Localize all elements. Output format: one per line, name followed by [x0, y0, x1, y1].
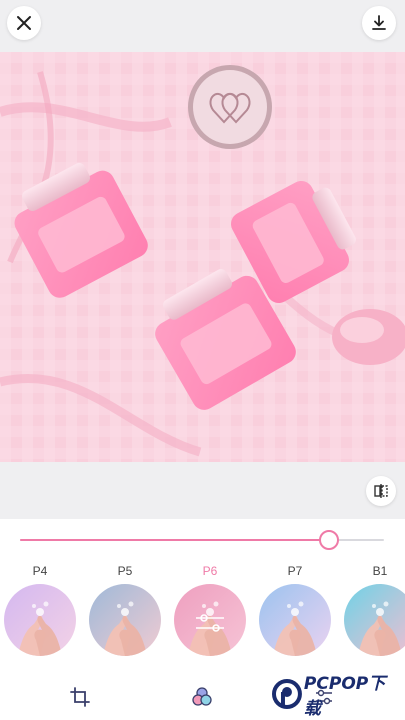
- compare-button[interactable]: [366, 476, 396, 506]
- photo-preview: [0, 52, 405, 462]
- filter-label: B1: [372, 564, 388, 578]
- filter-thumbnail: [174, 584, 246, 656]
- filter-label: P7: [287, 564, 303, 578]
- filter-circles-icon[interactable]: [191, 686, 213, 708]
- filter-option[interactable]: P6: [172, 562, 248, 656]
- filter-thumbnail: [344, 584, 405, 656]
- filter-label: P5: [117, 564, 133, 578]
- filter-label: P6: [202, 564, 218, 578]
- heart-box: [332, 309, 405, 365]
- pcpop-logo-icon: [272, 679, 302, 709]
- compare-strip: [0, 462, 405, 519]
- intensity-slider[interactable]: [20, 530, 384, 550]
- slider-fill: [20, 539, 330, 541]
- filter-option[interactable]: P5: [87, 562, 163, 656]
- filter-thumbnail: [4, 584, 76, 656]
- photo-editor-screen: P4 P5 P6 P7 B1 PCPOP下载: [0, 0, 405, 720]
- filter-option[interactable]: B1: [342, 562, 405, 656]
- top-bar: [0, 0, 405, 52]
- crop-icon[interactable]: [69, 686, 91, 708]
- filter-option[interactable]: P4: [2, 562, 78, 656]
- watermark: PCPOP下载: [272, 674, 402, 719]
- close-button[interactable]: [7, 6, 41, 40]
- download-button[interactable]: [362, 6, 396, 40]
- split-compare-icon: [374, 484, 388, 498]
- close-icon: [17, 16, 31, 30]
- filter-thumbnail: [259, 584, 331, 656]
- filter-option[interactable]: P7: [257, 562, 333, 656]
- tin-lid: [188, 65, 272, 149]
- slider-knob[interactable]: [319, 530, 340, 550]
- download-icon: [372, 15, 386, 30]
- filter-label: P4: [32, 564, 48, 578]
- watermark-text: PCPOP下载: [303, 674, 386, 719]
- filter-thumbnail: [89, 584, 161, 656]
